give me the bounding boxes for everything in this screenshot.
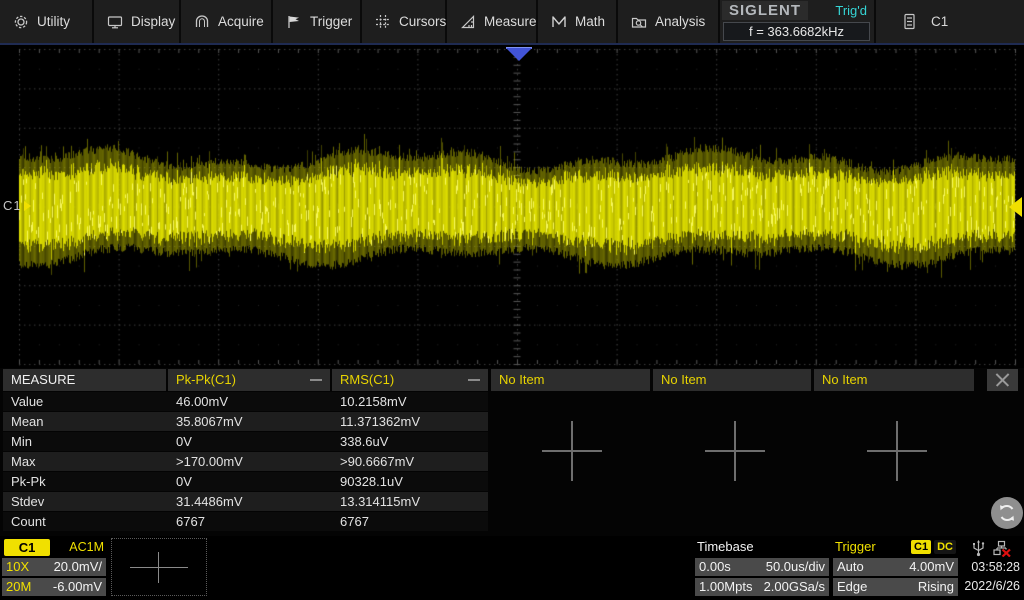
measure-col-noitem-2[interactable]: No Item (653, 369, 811, 391)
system-time: 03:58:28 (960, 558, 1022, 577)
timebase-descriptor-box[interactable]: Timebase 0.00s 50.0us/div 1.00Mpts 2.00GSa… (695, 538, 829, 596)
menu-analysis[interactable]: Analysis (618, 0, 720, 43)
measure-panel-title: MEASURE (3, 369, 166, 391)
remove-measure-icon[interactable] (468, 379, 480, 381)
add-channel-button[interactable] (111, 538, 207, 596)
menu-trigger-label: Trigger (310, 14, 352, 29)
menu-analysis-label: Analysis (655, 14, 705, 29)
trigger-level-marker-icon[interactable] (1009, 197, 1022, 217)
trigger-slope: Rising (918, 578, 954, 596)
channel1-probe: 10X (6, 558, 29, 576)
trigger-coupling-badge: DC (934, 540, 956, 554)
menu-math[interactable]: Math (538, 0, 618, 43)
trigger-position-marker-icon[interactable] (506, 48, 532, 61)
usb-icon (972, 540, 985, 557)
measure-row-min: Min 0V 338.6uV (3, 432, 488, 451)
bowtie-icon (551, 14, 567, 30)
channel1-offset-label: C1 (3, 198, 22, 213)
gear-icon (13, 14, 29, 30)
trigger-mode: Auto (837, 558, 864, 576)
measure-row-value: Value 46.00mV 10.2158mV (3, 392, 488, 411)
flag-icon (286, 14, 302, 30)
list-icon (902, 13, 917, 30)
timebase-title: Timebase (695, 538, 829, 556)
timebase-delay: 0.00s (699, 558, 731, 576)
menu-display[interactable]: Display (94, 0, 181, 43)
menu-measure-label: Measure (484, 14, 537, 29)
set-square-icon (460, 14, 476, 30)
bottom-status-bar: C1 AC1M 10X 20.0mV/ 20M -6.00mV Timebase 0… (0, 536, 1024, 600)
measure-close-button[interactable] (987, 369, 1018, 391)
trigger-status-badge: Trig'd (835, 1, 867, 20)
timebase-memory: 1.00Mpts (699, 578, 752, 596)
channel1-bandwidth: 20M (6, 578, 31, 596)
add-measure-button[interactable] (540, 419, 604, 483)
measure-col-noitem-3[interactable]: No Item (814, 369, 974, 391)
add-measure-button[interactable] (865, 419, 929, 483)
measure-panel: MEASURE Pk-Pk(C1) RMS(C1) No Item No Ite… (0, 368, 1024, 536)
oscilloscope-screen: Utility Display Acquire Trigger Cursors … (0, 0, 1024, 600)
trigger-source-badge: C1 (911, 540, 931, 554)
channel1-badge: C1 (4, 539, 50, 556)
menu-math-label: Math (575, 14, 605, 29)
channel1-descriptor-box[interactable]: C1 AC1M 10X 20.0mV/ 20M -6.00mV (2, 538, 106, 596)
channel1-offset-arrow-icon (24, 201, 31, 211)
brand-status-block: SIGLENT Trig'd f = 363.6682kHz (720, 0, 873, 43)
measure-row-pkpk: Pk-Pk 0V 90328.1uV (3, 472, 488, 491)
folder-search-icon (631, 14, 647, 30)
channel1-offset-value: -6.00mV (53, 578, 102, 596)
channel1-coupling: AC1M (69, 538, 104, 556)
trigger-type: Edge (837, 578, 867, 596)
menu-trigger[interactable]: Trigger (273, 0, 362, 43)
menu-acquire-label: Acquire (218, 14, 264, 29)
crosshatch-icon (375, 14, 391, 30)
measure-col-rms[interactable]: RMS(C1) (332, 369, 488, 391)
remove-measure-icon[interactable] (310, 379, 322, 381)
menu-measure[interactable]: Measure (447, 0, 538, 43)
rotate-arrows-icon (996, 502, 1018, 524)
monitor-icon (107, 14, 123, 30)
measure-row-count: Count 6767 6767 (3, 512, 488, 531)
timebase-scale: 50.0us/div (766, 558, 825, 576)
trigger-title: Trigger (835, 538, 876, 556)
channel-list-button[interactable]: C1 (874, 0, 1024, 43)
measure-col-pkpk[interactable]: Pk-Pk(C1) (168, 369, 330, 391)
acquire-arch-icon (194, 14, 210, 30)
waveform-display-area[interactable]: C1 (0, 45, 1024, 368)
gesture-rotate-button[interactable] (991, 497, 1023, 529)
siglent-logo: SIGLENT (722, 1, 808, 20)
trigger-level: 4.00mV (909, 558, 954, 576)
system-date: 2022/6/26 (960, 577, 1022, 596)
measure-row-mean: Mean 35.8067mV 11.371362mV (3, 412, 488, 431)
channel-list-label: C1 (931, 14, 948, 29)
lan-disconnected-icon (993, 540, 1011, 557)
menu-utility[interactable]: Utility (0, 0, 94, 43)
channel1-offset-marker[interactable]: C1 (3, 198, 31, 213)
frequency-counter-readout: f = 363.6682kHz (723, 22, 870, 41)
waveform-canvas[interactable] (0, 45, 1024, 368)
menu-cursors-label: Cursors (399, 14, 446, 29)
menu-display-label: Display (131, 14, 175, 29)
measure-row-stdev: Stdev 31.4486mV 13.314115mV (3, 492, 488, 511)
add-measure-button[interactable] (703, 419, 767, 483)
timebase-sample-rate: 2.00GSa/s (764, 578, 825, 596)
measure-row-max: Max >170.00mV >90.6667mV (3, 452, 488, 471)
menu-acquire[interactable]: Acquire (181, 0, 273, 43)
system-status-box: 03:58:28 2022/6/26 (960, 538, 1022, 596)
channel1-volts-div: 20.0mV/ (54, 558, 102, 576)
measure-col-noitem-1[interactable]: No Item (491, 369, 650, 391)
trigger-descriptor-box[interactable]: Trigger C1 DC Auto 4.00mV Edge Rising (833, 538, 958, 596)
menu-cursors[interactable]: Cursors (362, 0, 447, 43)
menu-utility-label: Utility (37, 14, 70, 29)
